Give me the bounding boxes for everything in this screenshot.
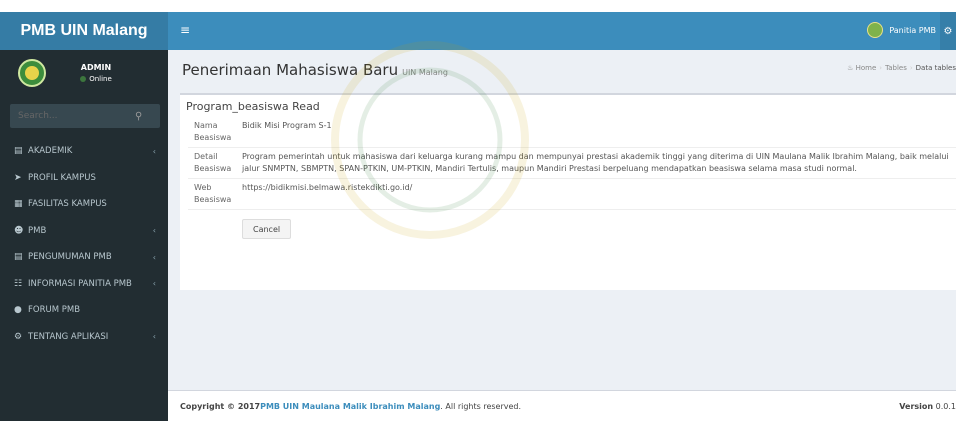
user-info: ADMIN Online	[46, 63, 146, 83]
user-name: ADMIN	[80, 63, 112, 72]
button-cell: Cancel	[238, 210, 956, 242]
online-dot-icon	[80, 76, 87, 82]
footer-link[interactable]: PMB UIN Maulana Malik Ibrahim Malang	[260, 402, 440, 411]
chevron-left-icon: ‹	[152, 332, 156, 342]
version: Version 0.0.1	[899, 402, 956, 411]
sidebar-item-label: AKADEMIK	[28, 146, 73, 157]
content-wrapper: Penerimaan Mahasiswa Baru UIN Malang ♨ Ho…	[168, 50, 956, 390]
table-row: Web Beasiswa https://bidikmisi.belmawa.r…	[188, 178, 956, 209]
sidebar-item-label: INFORMASI PANITIA PMB	[28, 278, 132, 289]
user-panel: ADMIN Online	[0, 50, 168, 96]
top-navbar: ≡ Panitia PMB ⚙	[168, 12, 956, 50]
chevron-left-icon: ‹	[152, 226, 156, 236]
breadcrumb-tables[interactable]: Tables	[885, 64, 907, 72]
user-menu[interactable]: Panitia PMB	[867, 22, 936, 38]
sidebar-item-pengumuman-pmb[interactable]: ▤ PENGUMUMAN PMB ‹	[0, 244, 168, 271]
chevron-left-icon: ‹	[152, 252, 156, 262]
sidebar-menu: ▤ AKADEMIK ‹ ➤ PROFIL KAMPUS ▦ FASILITAS…	[0, 138, 168, 350]
building-icon: ▦	[14, 199, 23, 210]
field-value: https://bidikmisi.belmawa.ristekdikti.go…	[242, 183, 413, 192]
version-value: 0.0.1	[935, 401, 956, 411]
user-status-label: Online	[89, 75, 112, 83]
table-row: Cancel	[188, 209, 956, 242]
footer-suffix: . All rights reserved.	[440, 401, 522, 411]
sidebar-item-akademik[interactable]: ▤ AKADEMIK ‹	[0, 138, 168, 165]
breadcrumb: ♨ Home › Tables › Data tables	[847, 64, 956, 72]
sidebar-item-forum-pmb[interactable]: ● FORUM PMB	[0, 297, 168, 324]
field-label: Detail Beasiswa	[194, 152, 232, 173]
search-icon[interactable]: ⚲	[135, 111, 142, 122]
brand-logo[interactable]: PMB UIN Malang	[0, 12, 168, 50]
field-label: Web Beasiswa	[194, 183, 232, 204]
page-title-text: Penerimaan Mahasiswa Baru	[182, 61, 399, 79]
sidebar-item-label: FORUM PMB	[28, 305, 81, 316]
sidebar-item-label: FASILITAS KAMPUS	[28, 199, 107, 210]
table-row: Nama Beasiswa Bidik Misi Program S-1	[188, 117, 956, 147]
sidebar-item-tentang-aplikasi[interactable]: ⚙ TENTANG APLIKASI ‹	[0, 324, 168, 351]
menu-toggle-icon[interactable]: ≡	[180, 23, 190, 37]
box-title: Program_beasiswa Read	[186, 100, 320, 113]
page-subtitle: UIN Malang	[402, 68, 448, 77]
breadcrumb-home[interactable]: Home	[856, 64, 877, 72]
avatar	[867, 22, 884, 38]
sidebar-item-label: PROFIL KAMPUS	[28, 172, 96, 183]
sidebar-item-profil-kampus[interactable]: ➤ PROFIL KAMPUS	[0, 165, 168, 192]
chevron-left-icon: ‹	[152, 146, 156, 156]
footer: Copyright © 2017 PMB UIN Maulana Malik I…	[168, 390, 956, 421]
version-label: Version	[899, 401, 934, 411]
page-title: Penerimaan Mahasiswa Baru UIN Malang	[182, 61, 448, 79]
bank-icon: ▤	[14, 252, 23, 263]
top-strip	[0, 0, 956, 12]
home-icon: ♨	[847, 64, 854, 72]
gear-icon[interactable]: ⚙	[940, 12, 956, 50]
user-status: Online	[46, 75, 146, 83]
table-row: Detail Beasiswa Program pemerintah untuk…	[188, 147, 956, 178]
breadcrumb-current: Data tables	[915, 64, 956, 72]
avatar	[18, 59, 46, 87]
sidebar-item-pmb[interactable]: ☻ PMB ‹	[0, 218, 168, 245]
search-input[interactable]	[10, 111, 135, 121]
sidebar-item-fasilitas-kampus[interactable]: ▦ FASILITAS KAMPUS	[0, 191, 168, 218]
sidebar-search: ⚲	[10, 104, 160, 128]
field-value: Bidik Misi Program S-1	[242, 121, 332, 130]
rocket-icon: ➤	[14, 172, 22, 183]
detail-table: Nama Beasiswa Bidik Misi Program S-1 Det…	[188, 117, 956, 242]
read-box: Program_beasiswa Read Nama Beasiswa Bidi…	[180, 93, 956, 290]
field-label: Nama Beasiswa	[194, 121, 232, 142]
sidebar-item-label: TENTANG APLIKASI	[28, 331, 109, 342]
field-label	[188, 210, 238, 242]
chevron-left-icon: ‹	[152, 279, 156, 289]
bank-icon: ▤	[14, 146, 23, 157]
sitemap-icon: ☷	[14, 278, 23, 289]
gear-icon: ⚙	[14, 331, 23, 342]
user-plus-icon: ☻	[14, 225, 24, 236]
field-value: Program pemerintah untuk mahasiswa dari …	[242, 152, 949, 173]
cancel-button[interactable]: Cancel	[242, 219, 292, 239]
sidebar-item-label: PMB	[28, 225, 47, 236]
user-menu-label: Panitia PMB	[889, 25, 936, 35]
sidebar-item-informasi-panitia-pmb[interactable]: ☷ INFORMASI PANITIA PMB ‹	[0, 271, 168, 298]
copyright-prefix: Copyright © 2017	[180, 401, 261, 411]
sidebar-item-label: PENGUMUMAN PMB	[28, 252, 112, 263]
comments-icon: ●	[14, 305, 22, 316]
